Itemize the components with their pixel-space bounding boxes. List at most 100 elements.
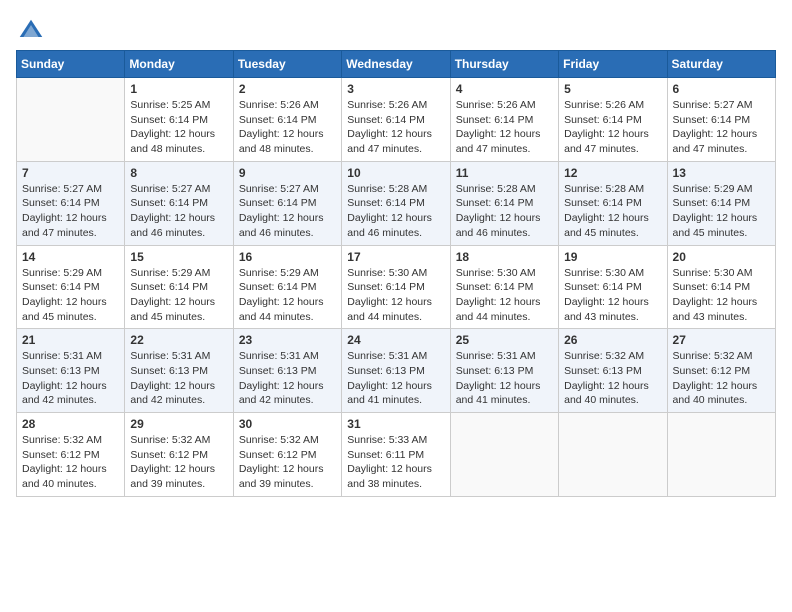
- calendar-table: SundayMondayTuesdayWednesdayThursdayFrid…: [16, 50, 776, 497]
- day-cell: 20Sunrise: 5:30 AM Sunset: 6:14 PM Dayli…: [667, 245, 775, 329]
- day-cell: 23 Sunrise: 5:31 AM Sunset: 6:13 PM Dayli…: [233, 329, 341, 413]
- day-cell: 25 Sunrise: 5:31 AM Sunset: 6:13 PM Dayli…: [450, 329, 558, 413]
- day-number: 20: [673, 250, 770, 264]
- day-number: 24: [347, 333, 444, 347]
- day-cell: 10 Sunrise: 5:28 AM Sunset: 6:14 PM Dayli…: [342, 161, 450, 245]
- header-cell-wednesday: Wednesday: [342, 51, 450, 78]
- day-detail: Sunrise: 5:30 AM Sunset: 6:14 PM Dayligh…: [564, 266, 661, 325]
- day-cell: 22 Sunrise: 5:31 AM Sunset: 6:13 PM Dayli…: [125, 329, 233, 413]
- day-detail: Sunrise: 5:26 AM Sunset: 6:14 PM Dayligh…: [564, 98, 661, 157]
- day-number: 16: [239, 250, 336, 264]
- week-row-4: 28 Sunrise: 5:32 AM Sunset: 6:12 PM Dayli…: [17, 413, 776, 497]
- day-detail: Sunrise: 5:26 AM Sunset: 6:14 PM Dayligh…: [239, 98, 336, 157]
- day-detail: Sunrise: 5:30 AM Sunset: 6:14 PM Dayligh…: [456, 266, 553, 325]
- header-row: SundayMondayTuesdayWednesdayThursdayFrid…: [17, 51, 776, 78]
- day-detail: Sunrise: 5:29 AM Sunset: 6:14 PM Dayligh…: [239, 266, 336, 325]
- day-detail: Sunrise: 5:31 AM Sunset: 6:13 PM Dayligh…: [22, 349, 119, 408]
- day-detail: Sunrise: 5:28 AM Sunset: 6:14 PM Dayligh…: [456, 182, 553, 241]
- day-detail: Sunrise: 5:26 AM Sunset: 6:14 PM Dayligh…: [347, 98, 444, 157]
- day-cell: 8Sunrise: 5:27 AM Sunset: 6:14 PM Daylig…: [125, 161, 233, 245]
- day-cell: 1Sunrise: 5:25 AM Sunset: 6:14 PM Daylig…: [125, 78, 233, 162]
- day-number: 25: [456, 333, 553, 347]
- day-cell: 14Sunrise: 5:29 AM Sunset: 6:14 PM Dayli…: [17, 245, 125, 329]
- day-cell: 12Sunrise: 5:28 AM Sunset: 6:14 PM Dayli…: [559, 161, 667, 245]
- day-number: 4: [456, 82, 553, 96]
- logo-icon: [16, 16, 46, 46]
- day-number: 22: [130, 333, 227, 347]
- day-detail: Sunrise: 5:28 AM Sunset: 6:14 PM Dayligh…: [347, 182, 444, 241]
- header-cell-friday: Friday: [559, 51, 667, 78]
- day-cell: [667, 413, 775, 497]
- day-cell: 15 Sunrise: 5:29 AM Sunset: 6:14 PM Dayli…: [125, 245, 233, 329]
- day-number: 13: [673, 166, 770, 180]
- day-number: 31: [347, 417, 444, 431]
- day-cell: 11 Sunrise: 5:28 AM Sunset: 6:14 PM Dayli…: [450, 161, 558, 245]
- day-number: 9: [239, 166, 336, 180]
- day-detail: Sunrise: 5:27 AM Sunset: 6:14 PM Dayligh…: [673, 98, 770, 157]
- day-cell: 4 Sunrise: 5:26 AM Sunset: 6:14 PM Daylig…: [450, 78, 558, 162]
- day-number: 15: [130, 250, 227, 264]
- day-cell: 7 Sunrise: 5:27 AM Sunset: 6:14 PM Daylig…: [17, 161, 125, 245]
- day-number: 28: [22, 417, 119, 431]
- calendar-body: 1Sunrise: 5:25 AM Sunset: 6:14 PM Daylig…: [17, 78, 776, 497]
- day-number: 27: [673, 333, 770, 347]
- day-detail: Sunrise: 5:31 AM Sunset: 6:13 PM Dayligh…: [456, 349, 553, 408]
- day-cell: 2 Sunrise: 5:26 AM Sunset: 6:14 PM Daylig…: [233, 78, 341, 162]
- day-cell: 30Sunrise: 5:32 AM Sunset: 6:12 PM Dayli…: [233, 413, 341, 497]
- day-number: 29: [130, 417, 227, 431]
- day-detail: Sunrise: 5:31 AM Sunset: 6:13 PM Dayligh…: [347, 349, 444, 408]
- day-number: 7: [22, 166, 119, 180]
- day-cell: [559, 413, 667, 497]
- day-detail: Sunrise: 5:32 AM Sunset: 6:12 PM Dayligh…: [239, 433, 336, 492]
- day-number: 2: [239, 82, 336, 96]
- day-detail: Sunrise: 5:29 AM Sunset: 6:14 PM Dayligh…: [130, 266, 227, 325]
- day-number: 11: [456, 166, 553, 180]
- week-row-1: 7 Sunrise: 5:27 AM Sunset: 6:14 PM Daylig…: [17, 161, 776, 245]
- day-cell: [17, 78, 125, 162]
- day-cell: 9 Sunrise: 5:27 AM Sunset: 6:14 PM Daylig…: [233, 161, 341, 245]
- day-detail: Sunrise: 5:32 AM Sunset: 6:12 PM Dayligh…: [22, 433, 119, 492]
- day-detail: Sunrise: 5:27 AM Sunset: 6:14 PM Dayligh…: [22, 182, 119, 241]
- day-number: 21: [22, 333, 119, 347]
- day-number: 26: [564, 333, 661, 347]
- day-number: 10: [347, 166, 444, 180]
- day-cell: 16 Sunrise: 5:29 AM Sunset: 6:14 PM Dayli…: [233, 245, 341, 329]
- day-detail: Sunrise: 5:32 AM Sunset: 6:12 PM Dayligh…: [673, 349, 770, 408]
- day-cell: 27 Sunrise: 5:32 AM Sunset: 6:12 PM Dayli…: [667, 329, 775, 413]
- day-cell: 13 Sunrise: 5:29 AM Sunset: 6:14 PM Dayli…: [667, 161, 775, 245]
- day-cell: 28 Sunrise: 5:32 AM Sunset: 6:12 PM Dayli…: [17, 413, 125, 497]
- day-number: 3: [347, 82, 444, 96]
- day-cell: 3 Sunrise: 5:26 AM Sunset: 6:14 PM Daylig…: [342, 78, 450, 162]
- logo: [16, 16, 50, 46]
- day-cell: [450, 413, 558, 497]
- day-detail: Sunrise: 5:26 AM Sunset: 6:14 PM Dayligh…: [456, 98, 553, 157]
- day-detail: Sunrise: 5:31 AM Sunset: 6:13 PM Dayligh…: [239, 349, 336, 408]
- calendar-header: SundayMondayTuesdayWednesdayThursdayFrid…: [17, 51, 776, 78]
- day-cell: 29 Sunrise: 5:32 AM Sunset: 6:12 PM Dayli…: [125, 413, 233, 497]
- day-number: 18: [456, 250, 553, 264]
- day-detail: Sunrise: 5:28 AM Sunset: 6:14 PM Dayligh…: [564, 182, 661, 241]
- day-cell: 6 Sunrise: 5:27 AM Sunset: 6:14 PM Daylig…: [667, 78, 775, 162]
- day-detail: Sunrise: 5:30 AM Sunset: 6:14 PM Dayligh…: [347, 266, 444, 325]
- day-cell: 5 Sunrise: 5:26 AM Sunset: 6:14 PM Daylig…: [559, 78, 667, 162]
- header-cell-saturday: Saturday: [667, 51, 775, 78]
- day-detail: Sunrise: 5:27 AM Sunset: 6:14 PM Dayligh…: [239, 182, 336, 241]
- day-detail: Sunrise: 5:29 AM Sunset: 6:14 PM Dayligh…: [673, 182, 770, 241]
- day-number: 23: [239, 333, 336, 347]
- day-cell: 21 Sunrise: 5:31 AM Sunset: 6:13 PM Dayli…: [17, 329, 125, 413]
- day-cell: 26 Sunrise: 5:32 AM Sunset: 6:13 PM Dayli…: [559, 329, 667, 413]
- day-detail: Sunrise: 5:32 AM Sunset: 6:13 PM Dayligh…: [564, 349, 661, 408]
- day-number: 6: [673, 82, 770, 96]
- day-number: 14: [22, 250, 119, 264]
- day-detail: Sunrise: 5:32 AM Sunset: 6:12 PM Dayligh…: [130, 433, 227, 492]
- day-number: 5: [564, 82, 661, 96]
- header: [16, 16, 776, 46]
- week-row-2: 14 Sunrise: 5:29 AM Sunset: 6:14 PM Dayli…: [17, 245, 776, 329]
- day-cell: 31 Sunrise: 5:33 AM Sunset: 6:11 PM Dayli…: [342, 413, 450, 497]
- day-detail: Sunrise: 5:33 AM Sunset: 6:11 PM Dayligh…: [347, 433, 444, 492]
- header-cell-monday: Monday: [125, 51, 233, 78]
- day-number: 8: [130, 166, 227, 180]
- day-cell: 18 Sunrise: 5:30 AM Sunset: 6:14 PM Dayli…: [450, 245, 558, 329]
- day-number: 1: [130, 82, 227, 96]
- day-detail: Sunrise: 5:31 AM Sunset: 6:13 PM Dayligh…: [130, 349, 227, 408]
